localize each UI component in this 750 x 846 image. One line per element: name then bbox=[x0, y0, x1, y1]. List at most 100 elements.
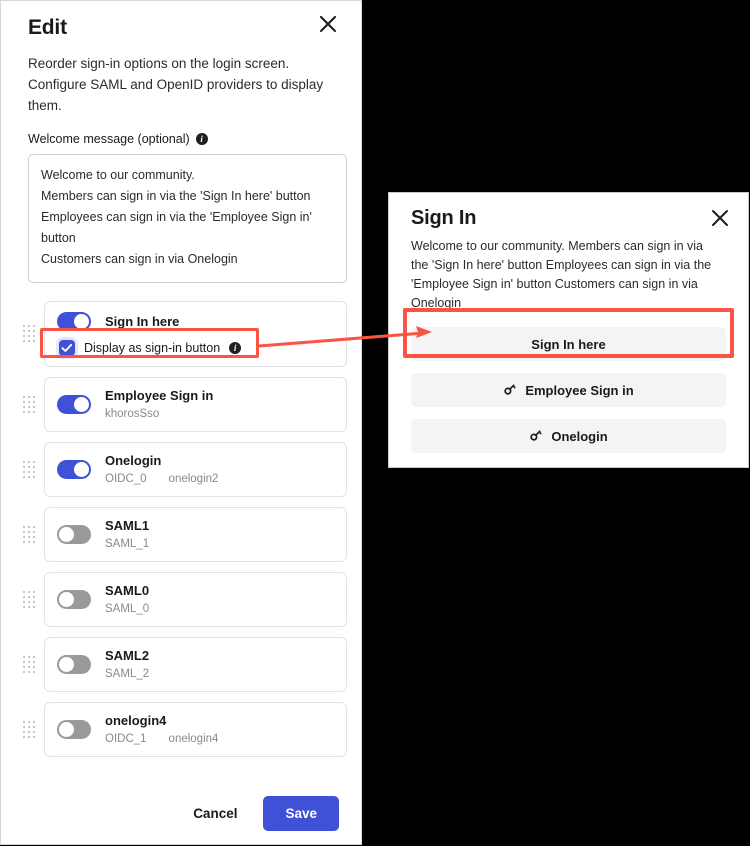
option-subtitle: OIDC_1 onelogin4 bbox=[105, 732, 218, 746]
list-item: Sign In here Display as sign-in button i bbox=[23, 301, 347, 367]
drag-handle-icon[interactable] bbox=[23, 720, 35, 740]
option-title: Employee Sign in bbox=[105, 388, 214, 403]
option-texts: SAML2 SAML_2 bbox=[105, 648, 149, 681]
option-texts: SAML1 SAML_1 bbox=[105, 518, 149, 551]
option-sub-value: SAML_0 bbox=[105, 603, 150, 615]
preview-button-label: Onelogin bbox=[551, 428, 608, 444]
preview-button-sign-in-here[interactable]: Sign In here bbox=[411, 327, 726, 361]
page-title: Edit bbox=[28, 16, 67, 39]
option-main-row: Sign In here bbox=[57, 312, 334, 331]
toggle-knob bbox=[59, 527, 74, 542]
toggle-onelogin4[interactable] bbox=[57, 720, 91, 739]
preview-welcome-text: Welcome to our community. Members can si… bbox=[411, 239, 712, 310]
display-as-signin-button-label: Display as sign-in button bbox=[84, 341, 221, 355]
option-subtitle: SAML_1 bbox=[105, 537, 149, 551]
welcome-message-line: Employees can sign in via the 'Employee … bbox=[41, 210, 316, 245]
option-texts: Employee Sign in khorosSso bbox=[105, 388, 213, 421]
welcome-message-line: Welcome to our community. bbox=[41, 168, 195, 182]
option-sub-value: SAML_1 bbox=[105, 538, 150, 550]
option-title: SAML0 bbox=[105, 583, 150, 598]
sign-in-preview-dialog: Sign In Welcome to our community. Member… bbox=[388, 192, 749, 468]
welcome-message-line: Customers can sign in via Onelogin bbox=[41, 252, 238, 266]
option-texts: onelogin4 OIDC_1 onelogin4 bbox=[105, 713, 218, 746]
toggle-knob bbox=[59, 592, 74, 607]
welcome-message-input[interactable]: Welcome to our community. Members can si… bbox=[28, 154, 347, 283]
drag-handle-icon[interactable] bbox=[23, 525, 35, 545]
preview-signin-buttons: Sign In here Employee Sign in Onelogin bbox=[389, 313, 748, 453]
option-sub-value: OIDC_1 bbox=[105, 733, 147, 745]
option-subtitle: SAML_2 bbox=[105, 667, 149, 681]
option-card-saml2: SAML2 SAML_2 bbox=[44, 637, 347, 692]
option-title: SAML2 bbox=[105, 648, 150, 663]
toggle-knob bbox=[59, 722, 74, 737]
toggle-knob bbox=[74, 462, 89, 477]
list-item: Onelogin OIDC_0 onelogin2 bbox=[23, 442, 347, 497]
toggle-saml1[interactable] bbox=[57, 525, 91, 544]
option-main-row: SAML1 SAML_1 bbox=[57, 518, 334, 551]
option-subtitle: SAML_0 bbox=[105, 602, 149, 616]
option-subtitle: OIDC_0 onelogin2 bbox=[105, 472, 218, 486]
edit-dialog-header: Edit bbox=[1, 1, 361, 43]
welcome-message-label-row: Welcome message (optional) i bbox=[1, 116, 361, 146]
toggle-saml2[interactable] bbox=[57, 655, 91, 674]
option-texts: Onelogin OIDC_0 onelogin2 bbox=[105, 453, 218, 486]
close-icon[interactable] bbox=[315, 11, 341, 37]
toggle-sign-in-here[interactable] bbox=[57, 312, 91, 331]
dialog-footer: Cancel Save bbox=[1, 782, 361, 844]
welcome-message-label: Welcome message (optional) bbox=[28, 132, 190, 146]
key-icon bbox=[503, 382, 517, 399]
option-card-saml1: SAML1 SAML_1 bbox=[44, 507, 347, 562]
info-icon[interactable]: i bbox=[229, 342, 242, 354]
option-main-row: Onelogin OIDC_0 onelogin2 bbox=[57, 453, 334, 486]
preview-button-employee-sign-in[interactable]: Employee Sign in bbox=[411, 373, 726, 407]
drag-handle-icon[interactable] bbox=[23, 460, 35, 480]
preview-button-onelogin[interactable]: Onelogin bbox=[411, 419, 726, 453]
preview-title: Sign In bbox=[411, 207, 477, 229]
option-card-onelogin: Onelogin OIDC_0 onelogin2 bbox=[44, 442, 347, 497]
info-icon[interactable]: i bbox=[195, 133, 208, 145]
option-main-row: Employee Sign in khorosSso bbox=[57, 388, 334, 421]
welcome-message-line: Members can sign in via the 'Sign In her… bbox=[41, 189, 311, 203]
option-card-sign-in-here: Sign In here Display as sign-in button i bbox=[44, 301, 347, 367]
option-card-saml0: SAML0 SAML_0 bbox=[44, 572, 347, 627]
display-as-signin-button-checkbox[interactable] bbox=[59, 340, 75, 356]
option-card-onelogin4: onelogin4 OIDC_1 onelogin4 bbox=[44, 702, 347, 757]
drag-handle-icon[interactable] bbox=[23, 324, 35, 344]
drag-handle-icon[interactable] bbox=[23, 590, 35, 610]
option-sub-value: khorosSso bbox=[105, 408, 160, 420]
cancel-button[interactable]: Cancel bbox=[187, 798, 243, 829]
toggle-onelogin[interactable] bbox=[57, 460, 91, 479]
list-item: SAML1 SAML_1 bbox=[23, 507, 347, 562]
toggle-knob bbox=[74, 397, 89, 412]
option-sub-value: onelogin4 bbox=[168, 733, 219, 745]
preview-button-label: Sign In here bbox=[531, 336, 606, 352]
drag-handle-icon[interactable] bbox=[23, 655, 35, 675]
option-title: Onelogin bbox=[105, 453, 162, 468]
list-item: SAML0 SAML_0 bbox=[23, 572, 347, 627]
save-button[interactable]: Save bbox=[263, 795, 339, 831]
display-as-signin-button-row: Display as sign-in button i bbox=[57, 340, 334, 356]
option-card-employee-sign-in: Employee Sign in khorosSso bbox=[44, 377, 347, 432]
option-texts: Sign In here bbox=[105, 314, 179, 330]
option-title: SAML1 bbox=[105, 518, 150, 533]
toggle-knob bbox=[74, 314, 89, 329]
option-texts: SAML0 SAML_0 bbox=[105, 583, 149, 616]
list-item: Employee Sign in khorosSso bbox=[23, 377, 347, 432]
signin-options-list: Sign In here Display as sign-in button i bbox=[1, 301, 361, 757]
toggle-knob bbox=[59, 657, 74, 672]
dialog-description: Reorder sign-in options on the login scr… bbox=[28, 56, 324, 113]
option-title: Sign In here bbox=[105, 313, 180, 329]
option-main-row: SAML2 SAML_2 bbox=[57, 648, 334, 681]
toggle-saml0[interactable] bbox=[57, 590, 91, 609]
option-sub-value: OIDC_0 bbox=[105, 473, 147, 485]
toggle-employee-sign-in[interactable] bbox=[57, 395, 91, 414]
key-icon bbox=[529, 428, 543, 445]
preview-header: Sign In bbox=[389, 193, 748, 230]
edit-dialog: Edit Reorder sign-in options on the logi… bbox=[0, 0, 362, 845]
option-main-row: onelogin4 OIDC_1 onelogin4 bbox=[57, 713, 334, 746]
list-item: SAML2 SAML_2 bbox=[23, 637, 347, 692]
drag-handle-icon[interactable] bbox=[23, 395, 35, 415]
list-item: onelogin4 OIDC_1 onelogin4 bbox=[23, 702, 347, 757]
option-subtitle: khorosSso bbox=[105, 407, 213, 421]
close-icon[interactable] bbox=[708, 206, 732, 230]
